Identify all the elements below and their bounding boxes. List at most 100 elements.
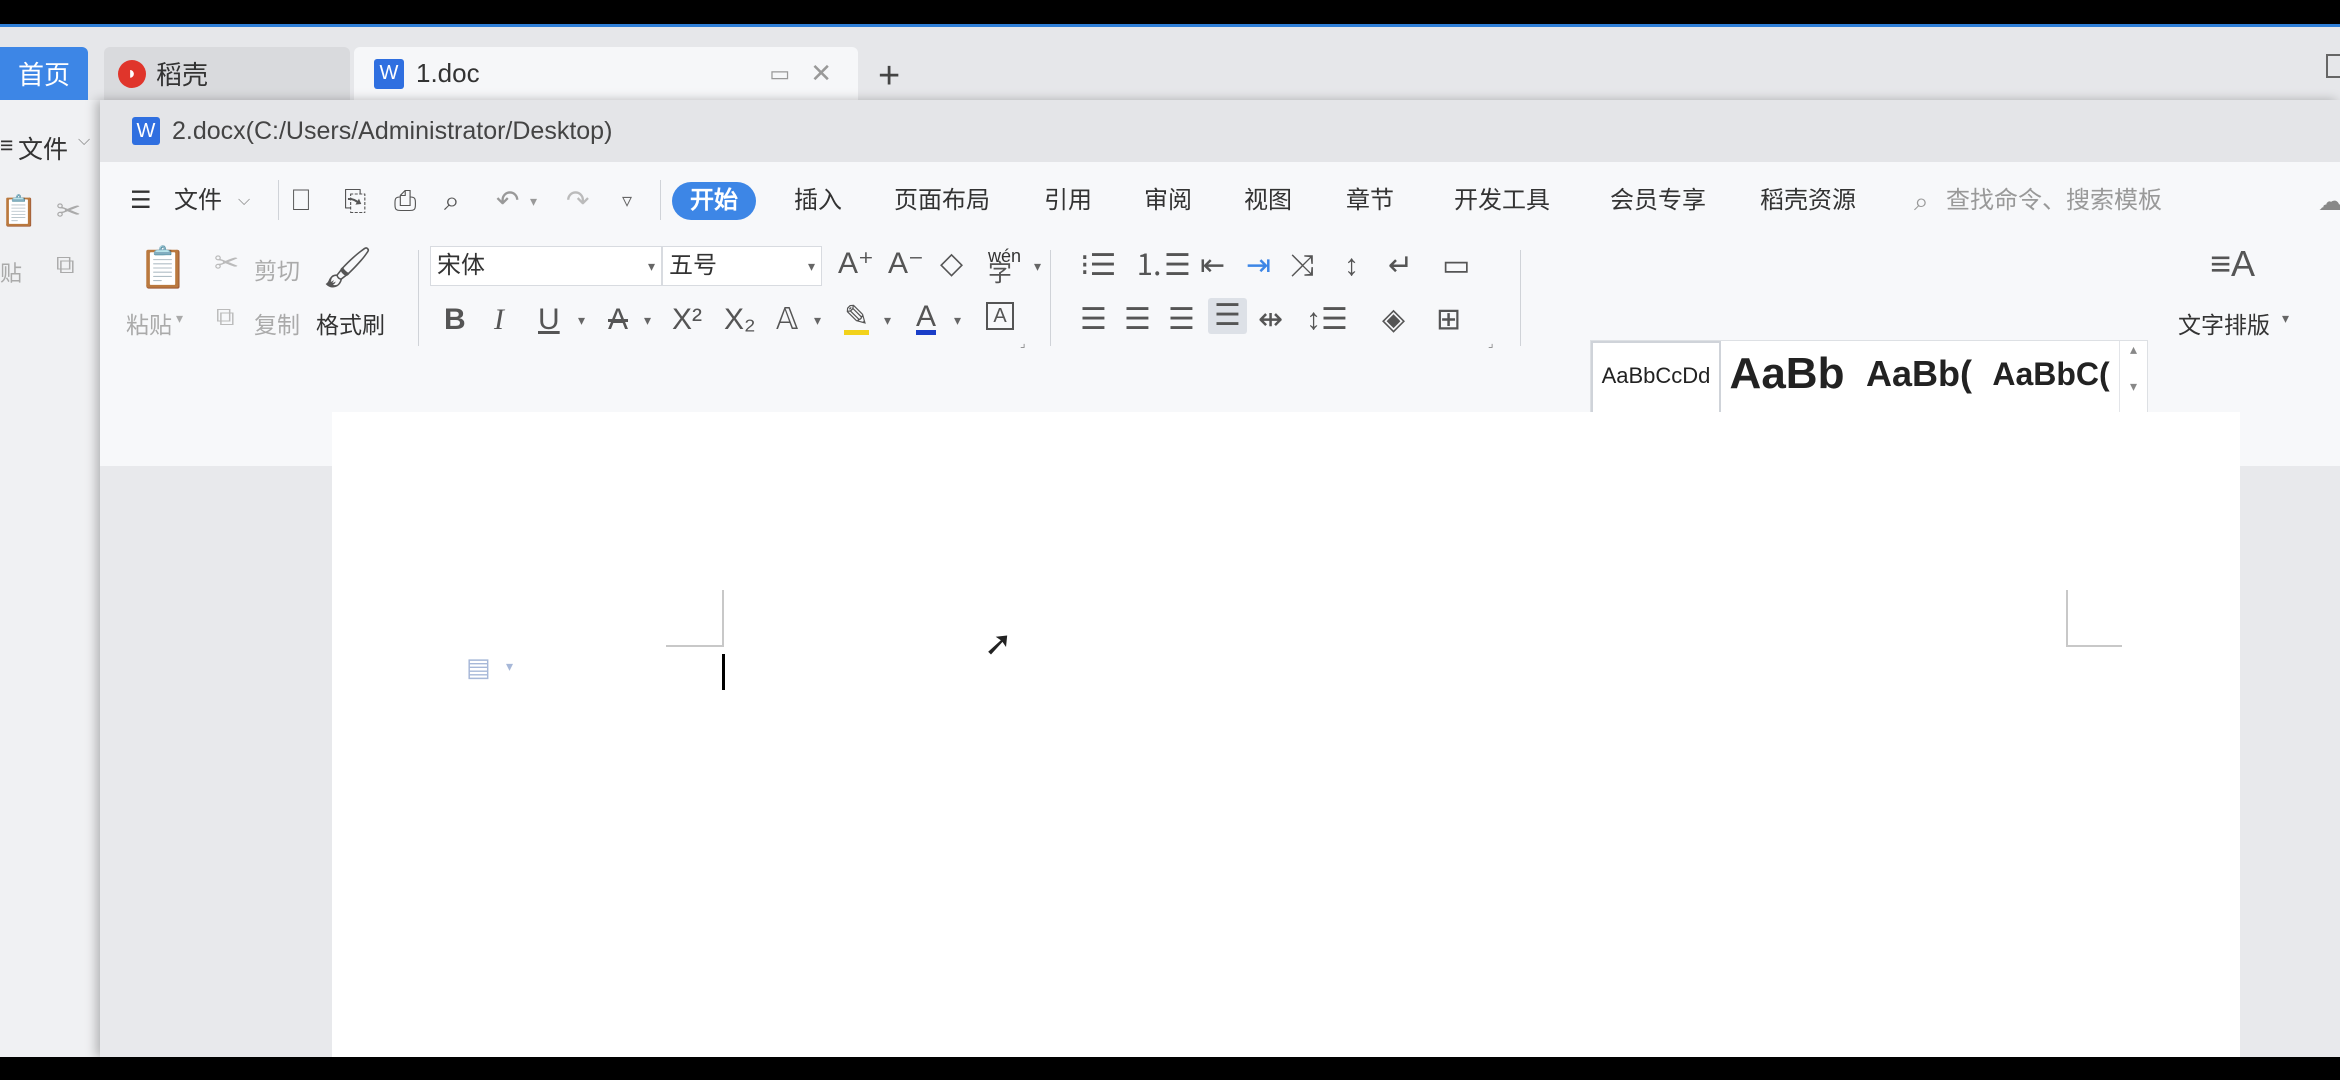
margin-corner-vline-right [2066, 590, 2068, 646]
save-icon[interactable]: ⎕ [292, 182, 310, 220]
distribute-icon[interactable]: ⇹ [1258, 304, 1283, 336]
tab-insert[interactable]: 插入 [794, 182, 842, 220]
export-pdf-icon[interactable]: ⎘ [344, 182, 366, 220]
tab-daoke[interactable]: ◗ 稻壳 [104, 47, 350, 100]
copy-label[interactable]: 复制 [254, 306, 300, 340]
justify-icon[interactable]: ☰ [1208, 298, 1247, 334]
margin-corner-hline-right [2066, 645, 2122, 647]
paste-label[interactable]: 粘贴 [126, 306, 172, 340]
new-tab-button[interactable]: + [878, 56, 900, 96]
text-caret [722, 654, 725, 690]
tab-page-layout[interactable]: 页面布局 [894, 182, 990, 220]
strikethrough-icon[interactable]: A [608, 304, 628, 336]
tab-review[interactable]: 审阅 [1144, 182, 1192, 220]
superscript-icon[interactable]: X² [672, 304, 702, 336]
scroll-down-icon[interactable]: ▾ [2120, 378, 2147, 395]
tab-daoke-resources[interactable]: 稻壳资源 [1760, 182, 1856, 220]
decrease-indent-icon[interactable]: ⇤ [1200, 250, 1225, 282]
shrink-font-icon[interactable]: A⁻ [888, 248, 924, 280]
sort-icon[interactable]: ↕ [1344, 250, 1359, 282]
tab-references[interactable]: 引用 [1044, 182, 1092, 220]
text-layout-icon[interactable]: ≡A [2210, 248, 2255, 280]
ribbon-tabs-row: ☰ 文件 ⌵ ⎕ ⎘ ⎙ ⌕ ↶ ▾ ↷ ▿ 开始 插入 页面布局 引用 审阅 … [100, 162, 2340, 238]
strikethrough-dropdown-icon[interactable]: ▾ [644, 312, 651, 329]
phonetic-dropdown-icon[interactable]: ▾ [1034, 258, 1041, 275]
align-center-icon[interactable]: ☰ [1124, 304, 1151, 336]
file-menu[interactable]: 文件 [174, 182, 222, 220]
highlight-dropdown-icon[interactable]: ▾ [884, 312, 891, 329]
ruler-icon[interactable]: ▭ [1442, 250, 1470, 282]
print-icon[interactable]: ⎙ [394, 182, 416, 220]
paragraph-options-icon[interactable]: ▤ [466, 652, 491, 683]
font-size-select[interactable]: 五号▾ [662, 246, 822, 286]
copy-icon[interactable]: ⧉ [216, 300, 235, 332]
grow-font-icon[interactable]: A⁺ [838, 248, 874, 280]
italic-icon[interactable]: I [494, 304, 504, 336]
shading-icon[interactable]: ◈ [1382, 304, 1405, 336]
style-preview: AaBb( [1853, 341, 1985, 401]
paste-icon[interactable]: 📋 [138, 246, 188, 290]
scroll-up-icon[interactable]: ▴ [2120, 341, 2147, 358]
hamburger-icon[interactable]: ☰ [130, 182, 152, 220]
bold-icon[interactable]: B [444, 304, 466, 336]
format-painter-label[interactable]: 格式刷 [316, 306, 385, 340]
subscript-icon[interactable]: X₂ [724, 304, 756, 336]
back-file-menu-icon[interactable]: ≡ [0, 132, 13, 159]
text-layout-dropdown-icon[interactable]: ▾ [2282, 310, 2289, 327]
text-effect-icon[interactable]: 𝔸 [776, 304, 798, 336]
align-left-icon[interactable]: ☰ [1080, 304, 1107, 336]
undo-dropdown-icon[interactable]: ▾ [530, 182, 537, 220]
text-effect-dropdown-icon[interactable]: ▾ [814, 312, 821, 329]
word-doc-icon: W [132, 117, 160, 145]
window-title-bar: W 2.docx(C:/Users/Administrator/Desktop) [100, 100, 2340, 162]
line-spacing-icon[interactable]: ↕☰ [1306, 304, 1348, 336]
tab-doc-label: 1.doc [416, 58, 480, 89]
format-painter-icon[interactable]: 🖌 [322, 246, 373, 290]
underline-dropdown-icon[interactable]: ▾ [578, 312, 585, 329]
font-color-icon[interactable]: A [916, 304, 936, 335]
borders-icon[interactable]: ⊞ [1436, 304, 1461, 336]
window-restore-icon[interactable] [2326, 54, 2340, 78]
close-tab-icon[interactable]: ✕ [810, 58, 832, 89]
back-file-menu[interactable]: 文件 [18, 130, 68, 166]
cut-label[interactable]: 剪切 [254, 252, 300, 286]
show-marks-icon[interactable]: ↵ [1388, 250, 1413, 282]
document-page[interactable]: ▤ ▾ ➚ [332, 412, 2240, 1057]
char-border-icon[interactable]: A [986, 302, 1014, 330]
back-copy-icon: ⧉ [56, 248, 75, 280]
tab-view[interactable]: 视图 [1244, 182, 1292, 220]
font-dialog-launcher-icon[interactable]: ⌟ [1020, 336, 1026, 350]
back-paste-label: 贴 [0, 256, 22, 288]
paragraph-options-dropdown-icon[interactable]: ▾ [506, 658, 513, 675]
customize-toolbar-icon[interactable]: ▿ [622, 182, 632, 220]
increase-indent-icon[interactable]: ⇥ [1246, 250, 1271, 282]
tab-strip [0, 27, 2340, 100]
font-color-dropdown-icon[interactable]: ▾ [954, 312, 961, 329]
paragraph-dialog-launcher-icon[interactable]: ⌟ [1488, 336, 1494, 350]
phonetic-guide-icon[interactable]: 字 [988, 258, 1012, 290]
tab-home[interactable]: 首页 [0, 47, 88, 100]
tab-chapter[interactable]: 章节 [1346, 182, 1394, 220]
tab-start[interactable]: 开始 [672, 182, 756, 220]
highlight-icon[interactable]: ✎ [844, 304, 869, 335]
cloud-icon[interactable]: ☁ [2318, 182, 2340, 220]
undo-icon[interactable]: ↶ [496, 182, 519, 220]
chinese-layout-icon[interactable]: ⤨ [1290, 250, 1314, 282]
paste-dropdown-icon[interactable]: ▾ [176, 310, 183, 327]
tab-member[interactable]: 会员专享 [1610, 182, 1706, 220]
align-right-icon[interactable]: ☰ [1168, 304, 1195, 336]
tab-developer[interactable]: 开发工具 [1454, 182, 1550, 220]
font-name-select[interactable]: 宋体▾ [430, 246, 662, 286]
redo-icon[interactable]: ↷ [566, 182, 589, 220]
chevron-down-icon[interactable]: ⌵ [238, 182, 250, 220]
tab-doc[interactable]: W 1.doc ▭ ✕ [354, 47, 858, 100]
text-layout-label[interactable]: 文字排版 [2178, 306, 2270, 340]
underline-icon[interactable]: U [538, 304, 560, 336]
pin-icon[interactable]: ▭ [769, 61, 790, 87]
search-commands-input[interactable]: 查找命令、搜索模板 [1946, 182, 2162, 220]
bullets-icon[interactable]: ⁝☰ [1080, 250, 1116, 282]
print-preview-icon[interactable]: ⌕ [444, 182, 460, 220]
numbering-icon[interactable]: ⒈☰ [1134, 250, 1191, 282]
clear-format-icon[interactable]: ◇ [940, 248, 963, 280]
cut-icon[interactable]: ✂ [214, 248, 239, 280]
